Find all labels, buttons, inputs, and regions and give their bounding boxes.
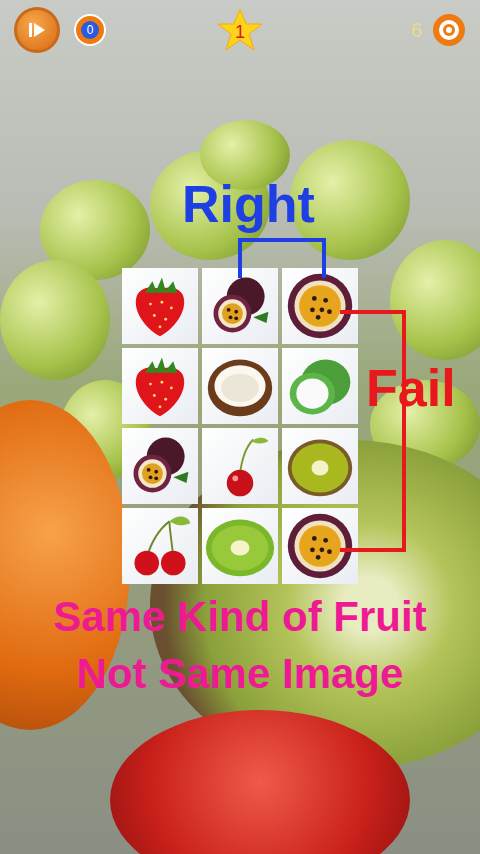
fruit-tile[interactable] xyxy=(202,428,278,504)
fruit-tile[interactable] xyxy=(122,348,198,424)
passion-icon xyxy=(284,510,356,582)
fruit-tile[interactable] xyxy=(122,428,198,504)
passion-pair-icon xyxy=(204,270,276,342)
strawberry-icon xyxy=(124,270,196,342)
fruit-tile[interactable] xyxy=(282,428,358,504)
coconut-icon xyxy=(204,350,276,422)
right-connection-line xyxy=(238,238,326,278)
fruit-tile[interactable] xyxy=(122,508,198,584)
target-button[interactable] xyxy=(432,13,466,47)
passion-pair-icon xyxy=(124,430,196,502)
strawberry-icon xyxy=(124,350,196,422)
level-star: 1 xyxy=(217,8,263,52)
hint-counter[interactable]: 0 xyxy=(74,14,106,46)
rule-caption: Same Kind of FruitNot Same Image xyxy=(53,588,426,702)
target-icon xyxy=(432,13,466,47)
kiwi-half-icon xyxy=(284,430,356,502)
level-number: 1 xyxy=(235,17,245,43)
fruit-tile[interactable] xyxy=(282,348,358,424)
caption-line: Not Same Image xyxy=(77,645,404,702)
fruit-tile[interactable] xyxy=(282,268,358,344)
fruit-board: Right Fail xyxy=(122,268,358,584)
fruit-tile[interactable] xyxy=(202,348,278,424)
background-photo xyxy=(0,0,480,854)
kiwi-slice-icon xyxy=(204,510,276,582)
skip-icon xyxy=(24,17,50,43)
fruit-tile[interactable] xyxy=(202,508,278,584)
caption-line: Same Kind of Fruit xyxy=(53,588,426,645)
fail-label: Fail xyxy=(366,360,456,417)
top-bar: 0 1 6 xyxy=(0,0,480,60)
lives-count: 6 xyxy=(411,19,422,42)
game-screen: 0 1 6 Right Fail Same Kind of FruitNot S… xyxy=(0,0,480,854)
right-label: Right xyxy=(182,176,315,233)
green-coconut-icon xyxy=(284,350,356,422)
cherries-icon xyxy=(124,510,196,582)
fruit-tile[interactable] xyxy=(122,268,198,344)
hint-count: 0 xyxy=(81,21,99,39)
fruit-tile[interactable] xyxy=(202,268,278,344)
fruit-tile[interactable] xyxy=(282,508,358,584)
fail-connection-line xyxy=(340,310,406,552)
passion-icon xyxy=(284,270,356,342)
cherry-icon xyxy=(204,430,276,502)
skip-button[interactable] xyxy=(14,7,60,53)
